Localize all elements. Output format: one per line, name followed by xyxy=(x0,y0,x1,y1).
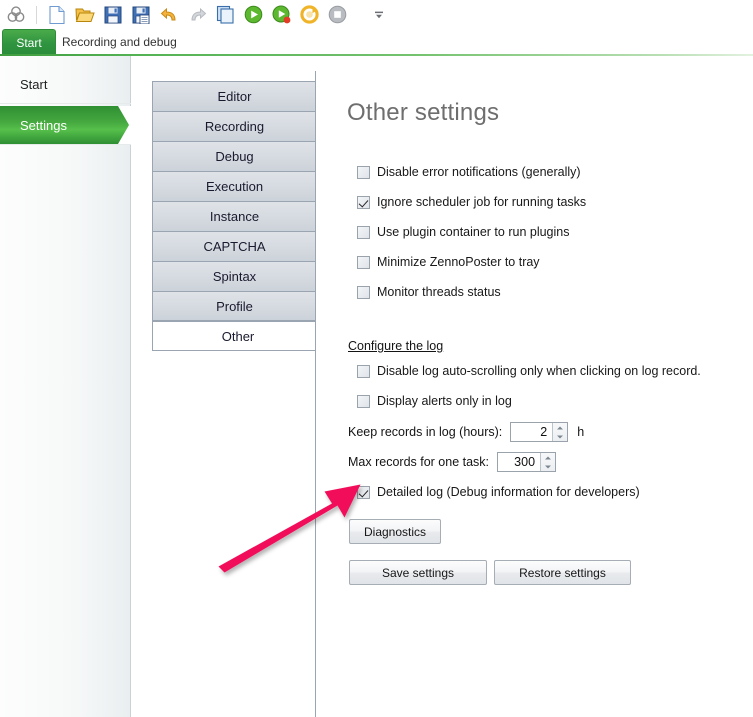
settings-tab-recording[interactable]: Recording xyxy=(152,111,317,141)
page-title: Other settings xyxy=(347,99,500,126)
minimize-to-tray-checkbox[interactable] xyxy=(357,255,370,269)
sidebar-item-settings[interactable]: Settings xyxy=(0,106,131,144)
settings-tab-other[interactable]: Other xyxy=(152,321,324,351)
restore-settings-button[interactable]: Restore settings xyxy=(494,560,631,585)
disable-error-notifications-checkbox[interactable] xyxy=(357,165,370,179)
keep-records-increment-button[interactable] xyxy=(553,423,567,432)
toolbar-separator xyxy=(36,5,37,24)
settings-tab-recording-label: Recording xyxy=(204,119,265,134)
stop-icon[interactable] xyxy=(326,4,348,26)
settings-tab-captcha[interactable]: CAPTCHA xyxy=(152,231,317,261)
zenno-logo-icon[interactable] xyxy=(5,4,27,26)
max-records-stepper-buttons[interactable] xyxy=(540,453,556,471)
ignore-scheduler-job-label: Ignore scheduler job for running tasks xyxy=(377,195,587,209)
minimize-to-tray-label: Minimize ZennoPoster to tray xyxy=(377,255,540,269)
run-icon[interactable] xyxy=(242,4,264,26)
checkbox-row-display-alerts-only-in-log[interactable]: Display alerts only in log xyxy=(357,394,512,408)
application-window: Start Recording and debug Start Settings… xyxy=(0,0,753,717)
keep-records-in-log-stepper[interactable] xyxy=(510,422,569,442)
open-folder-icon[interactable] xyxy=(74,4,96,26)
keep-records-in-log-stepper-buttons[interactable] xyxy=(552,423,568,441)
ribbon-tabbar: Start Recording and debug xyxy=(0,29,753,55)
checkbox-row-ignore-scheduler-job[interactable]: Ignore scheduler job for running tasks xyxy=(357,195,586,209)
monitor-threads-status-label: Monitor threads status xyxy=(377,285,501,299)
display-alerts-only-in-log-label: Display alerts only in log xyxy=(377,394,512,408)
settings-tab-spintax-label: Spintax xyxy=(212,269,257,284)
sidebar-divider xyxy=(0,103,131,104)
display-alerts-only-in-log-checkbox[interactable] xyxy=(357,394,370,408)
checkbox-row-minimize-to-tray[interactable]: Minimize ZennoPoster to tray xyxy=(357,255,540,269)
ribbon-tab-recording-and-debug[interactable]: Recording and debug xyxy=(62,29,212,55)
save-as-icon[interactable] xyxy=(130,4,152,26)
diagnostics-button[interactable]: Diagnostics xyxy=(349,519,441,544)
ribbon-tab-recording-and-debug-label: Recording and debug xyxy=(62,35,177,49)
use-plugin-container-checkbox[interactable] xyxy=(357,225,370,239)
use-plugin-container-label: Use plugin container to run plugins xyxy=(377,225,570,239)
settings-tab-strip: Editor Recording Debug Execution Instanc… xyxy=(152,81,324,351)
sidebar-divider-2 xyxy=(0,144,131,145)
field-row-keep-records-in-log: Keep records in log (hours): h xyxy=(348,422,584,442)
settings-tab-execution[interactable]: Execution xyxy=(152,171,317,201)
max-records-for-one-task-input[interactable] xyxy=(498,453,541,471)
settings-tab-profile-label: Profile xyxy=(216,298,253,314)
settings-tab-debug[interactable]: Debug xyxy=(152,141,317,171)
settings-tab-editor-label: Editor xyxy=(217,89,252,104)
ignore-scheduler-job-checkbox[interactable] xyxy=(357,195,370,209)
settings-tab-instance-label: Instance xyxy=(209,209,260,224)
overflow-menu-icon[interactable] xyxy=(368,4,390,26)
left-navigation: Start Settings xyxy=(0,56,131,717)
monitor-threads-status-checkbox[interactable] xyxy=(357,285,370,299)
copy-project-icon[interactable] xyxy=(214,4,236,26)
settings-tab-debug-label: Debug xyxy=(215,149,254,164)
configure-the-log-link[interactable]: Configure the log xyxy=(348,339,443,353)
run-debug-icon[interactable] xyxy=(270,4,292,26)
restart-icon[interactable] xyxy=(298,4,320,26)
field-row-max-records-for-one-task: Max records for one task: xyxy=(348,452,557,472)
redo-icon[interactable] xyxy=(186,4,208,26)
keep-records-in-log-input[interactable] xyxy=(511,423,553,441)
disable-log-autoscroll-label: Disable log auto-scrolling only when cli… xyxy=(377,364,701,378)
max-records-increment-button[interactable] xyxy=(541,453,555,462)
max-records-decrement-button[interactable] xyxy=(541,462,555,471)
disable-error-notifications-label: Disable error notifications (generally) xyxy=(377,165,581,179)
settings-tab-editor[interactable]: Editor xyxy=(152,81,317,111)
checkbox-row-disable-log-autoscroll[interactable]: Disable log auto-scrolling only when cli… xyxy=(357,364,701,378)
max-records-for-one-task-stepper[interactable] xyxy=(497,452,557,472)
settings-tab-instance[interactable]: Instance xyxy=(152,201,317,231)
checkbox-row-use-plugin-container[interactable]: Use plugin container to run plugins xyxy=(357,225,569,239)
save-settings-button[interactable]: Save settings xyxy=(349,560,487,585)
detailed-log-label: Detailed log (Debug information for deve… xyxy=(377,485,640,499)
sidebar-selection-chevron-icon xyxy=(115,106,131,144)
settings-content-panel: Other settings Disable error notificatio… xyxy=(315,71,753,717)
checkbox-row-monitor-threads-status[interactable]: Monitor threads status xyxy=(357,285,501,299)
disable-log-autoscroll-checkbox[interactable] xyxy=(357,364,370,378)
detailed-log-checkbox[interactable] xyxy=(357,485,370,499)
settings-tab-spintax[interactable]: Spintax xyxy=(152,261,317,291)
keep-records-in-log-label: Keep records in log (hours): xyxy=(348,425,503,439)
sidebar-item-start[interactable]: Start xyxy=(0,65,131,103)
sidebar-item-start-label: Start xyxy=(20,76,48,92)
keep-records-unit-label: h xyxy=(577,425,585,439)
sidebar-item-settings-label: Settings xyxy=(20,117,67,133)
new-file-icon[interactable] xyxy=(46,4,68,26)
undo-icon[interactable] xyxy=(158,4,180,26)
checkbox-row-detailed-log[interactable]: Detailed log (Debug information for deve… xyxy=(357,485,640,499)
settings-tab-execution-label: Execution xyxy=(205,179,264,194)
ribbon-tab-start[interactable]: Start xyxy=(2,29,56,55)
settings-tab-captcha-label: CAPTCHA xyxy=(203,239,266,254)
max-records-for-one-task-label: Max records for one task: xyxy=(348,455,490,469)
checkbox-row-disable-error-notifications[interactable]: Disable error notifications (generally) xyxy=(357,165,581,179)
main-toolbar xyxy=(0,0,753,29)
ribbon-tab-start-label: Start xyxy=(16,35,42,50)
save-icon[interactable] xyxy=(102,4,124,26)
settings-tab-profile[interactable]: Profile xyxy=(152,291,317,321)
keep-records-decrement-button[interactable] xyxy=(553,432,567,441)
settings-tab-other-label: Other xyxy=(221,328,255,344)
